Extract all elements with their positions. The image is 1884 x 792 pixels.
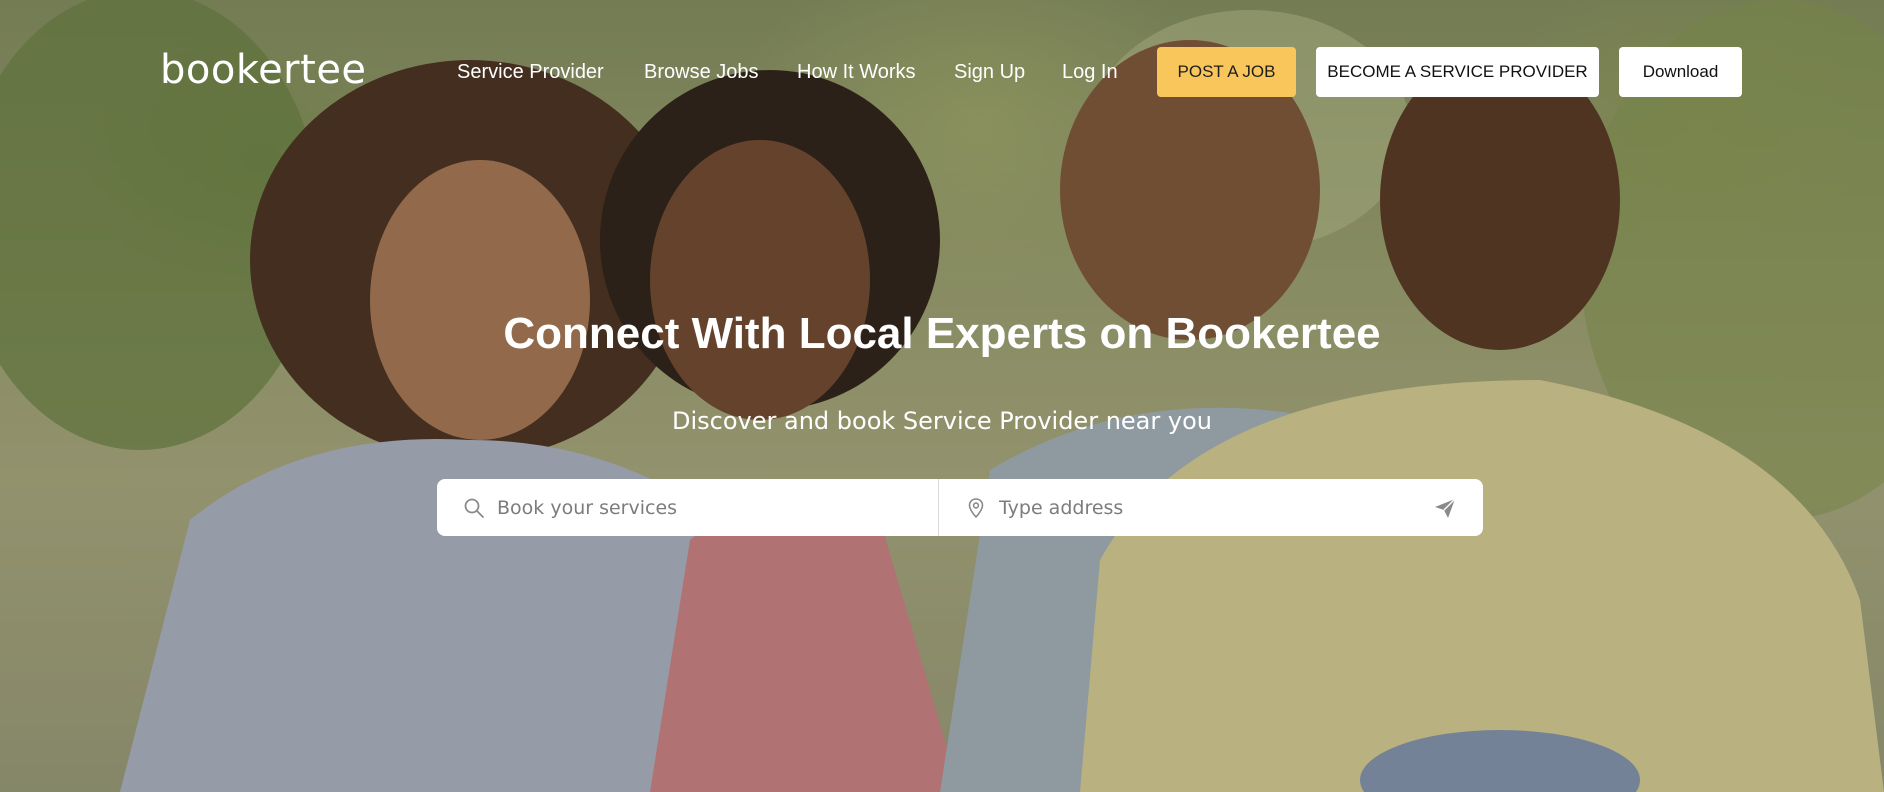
top-navbar: bookertee Service Provider Browse Jobs H…	[0, 0, 1884, 140]
address-input[interactable]	[999, 496, 1379, 519]
send-icon[interactable]	[1433, 496, 1457, 520]
map-pin-icon	[965, 497, 987, 519]
services-search-segment	[437, 479, 939, 536]
nav-service-provider-link[interactable]: Service Provider	[457, 58, 604, 86]
hero-subtitle: Discover and book Service Provider near …	[672, 407, 1212, 435]
nav-sign-up-link[interactable]: Sign Up	[954, 58, 1025, 86]
address-search-segment	[939, 479, 1483, 536]
download-button[interactable]: Download	[1619, 47, 1742, 97]
nav-how-it-works-link[interactable]: How It Works	[797, 58, 916, 86]
search-bar	[437, 479, 1483, 536]
services-search-input[interactable]	[497, 496, 877, 519]
nav-log-in-link[interactable]: Log In	[1062, 58, 1118, 86]
become-service-provider-button[interactable]: BECOME A SERVICE PROVIDER	[1316, 47, 1599, 97]
hero-title: Connect With Local Experts on Bookertee	[503, 309, 1381, 358]
nav-browse-jobs-link[interactable]: Browse Jobs	[644, 58, 759, 86]
search-icon	[463, 497, 485, 519]
bookertee-logo[interactable]: bookertee	[160, 46, 367, 94]
post-a-job-button[interactable]: POST A JOB	[1157, 47, 1296, 97]
hero-section: bookertee Service Provider Browse Jobs H…	[0, 0, 1884, 792]
